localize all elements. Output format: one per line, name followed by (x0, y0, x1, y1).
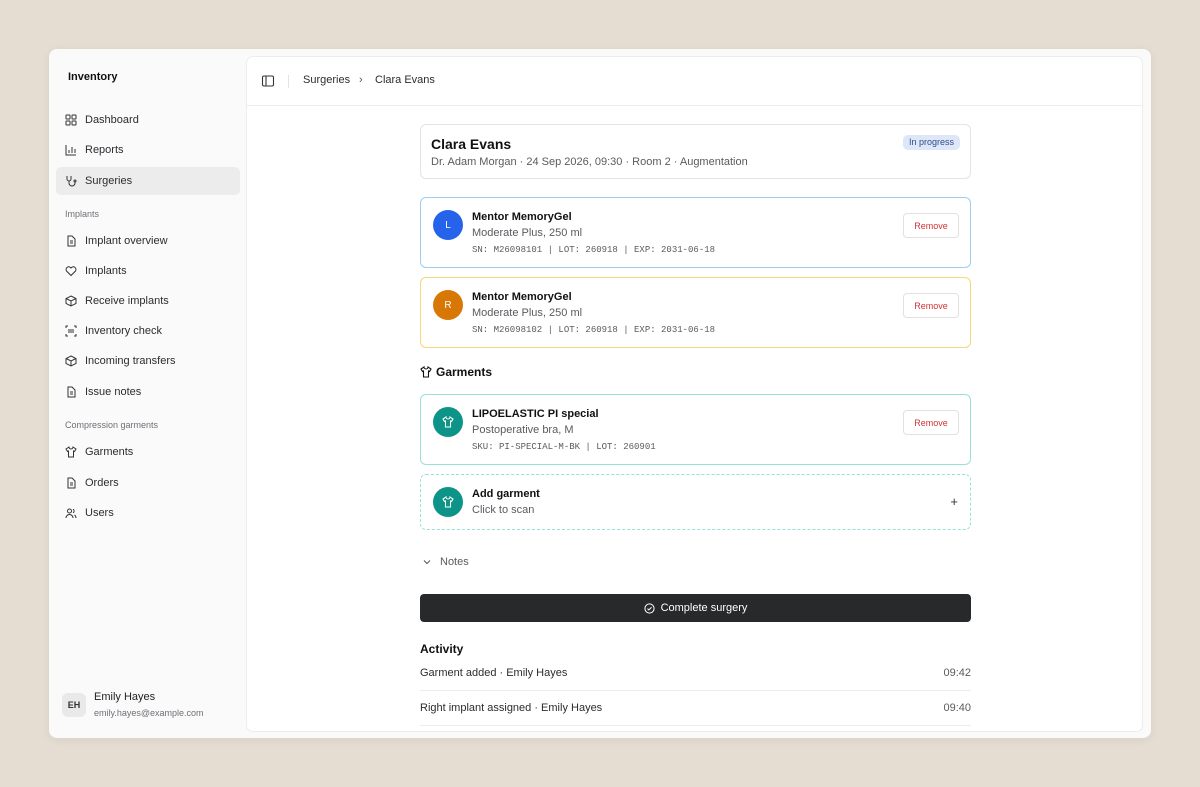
topbar-divider (288, 75, 289, 88)
sidebar-item-label: Implant overview (85, 235, 168, 247)
document-icon (65, 235, 77, 247)
activity-row: Garment added · Emily Hayes 09:42 (420, 657, 971, 691)
implant-spec: Moderate Plus, 250 ml (472, 307, 583, 319)
sidebar-item-receive-implants[interactable]: Receive implants (56, 287, 240, 315)
sidebar-item-label: Surgeries (85, 175, 133, 187)
app-brand: Inventory (68, 71, 118, 83)
status-badge: In progress (902, 135, 960, 150)
sidebar-item-label: Incoming transfers (85, 355, 176, 367)
app-window: Inventory Dashboard Reports Surgeries Im… (49, 49, 1151, 738)
sidebar-item-label: Receive implants (85, 295, 169, 307)
remove-button[interactable]: Remove (903, 410, 959, 435)
activity-title: Activity (420, 642, 464, 656)
box-icon (65, 295, 77, 307)
implant-card-left: L Mentor MemoryGel Moderate Plus, 250 ml… (420, 197, 971, 268)
garments-section-title: Garments (420, 365, 492, 379)
breadcrumb-current: Clara Evans (375, 74, 435, 86)
plus-icon: + (950, 494, 958, 509)
shirt-icon (65, 446, 77, 458)
scan-icon (65, 325, 77, 337)
sidebar-item-users[interactable]: Users (56, 499, 240, 527)
stethoscope-icon (65, 175, 77, 187)
activity-row: Right implant assigned · Emily Hayes 09:… (420, 692, 971, 726)
garments-title: Garments (436, 365, 493, 379)
sidebar-item-surgeries[interactable]: Surgeries (56, 167, 240, 195)
heart-icon (65, 265, 77, 277)
remove-button[interactable]: Remove (903, 293, 959, 318)
group-label-implants: Implants (65, 209, 100, 219)
breadcrumb-separator: › (359, 74, 363, 86)
group-label-compression-garments: Compression garments (65, 420, 159, 430)
sidebar-item-label: Inventory check (85, 325, 163, 337)
side-badge-left: L (433, 210, 463, 240)
activity-time: 09:42 (943, 667, 971, 679)
chevron-down-icon (423, 560, 431, 565)
user-name: Emily Hayes (94, 691, 156, 703)
add-garment-subtitle: Click to scan (472, 504, 535, 516)
shirt-icon (442, 416, 454, 428)
remove-button[interactable]: Remove (903, 213, 959, 238)
garment-name: LIPOELASTIC PI special (472, 408, 599, 420)
sidebar-item-dashboard[interactable]: Dashboard (56, 106, 240, 134)
check-circle-icon (643, 602, 655, 614)
sidebar-item-label: Implants (85, 265, 127, 277)
main-panel: Surgeries › Clara Evans Clara Evans Dr. … (246, 56, 1143, 732)
implant-spec: Moderate Plus, 250 ml (472, 227, 583, 239)
complete-surgery-label: Complete surgery (660, 602, 748, 614)
garment-icon-badge (433, 407, 463, 437)
surgery-header-card: Clara Evans Dr. Adam Morgan · 24 Sep 202… (420, 124, 971, 179)
implant-codes: SN: M26098102 | LOT: 260918 | EXP: 2031-… (472, 325, 716, 335)
garment-card: LIPOELASTIC PI special Postoperative bra… (420, 394, 971, 465)
sidebar-item-implants[interactable]: Implants (56, 257, 240, 285)
garment-codes: SKU: PI-SPECIAL-M-BK | LOT: 260901 (472, 442, 656, 452)
implant-card-right: R Mentor MemoryGel Moderate Plus, 250 ml… (420, 277, 971, 348)
sidebar-item-label: Issue notes (85, 386, 142, 398)
shirt-icon (420, 366, 432, 378)
bar-chart-icon (65, 144, 77, 156)
notes-label: Notes (440, 556, 469, 568)
side-badge-right: R (433, 290, 463, 320)
activity-text: Garment added · Emily Hayes (420, 667, 568, 679)
garment-spec: Postoperative bra, M (472, 424, 574, 436)
sidebar-item-incoming-transfers[interactable]: Incoming transfers (56, 347, 240, 375)
implant-name: Mentor MemoryGel (472, 291, 572, 303)
surgery-meta: Dr. Adam Morgan · 24 Sep 2026, 09:30 · R… (431, 156, 748, 168)
sidebar-item-inventory-check[interactable]: Inventory check (56, 317, 240, 345)
sidebar-item-label: Garments (85, 446, 134, 458)
add-garment-title: Add garment (472, 488, 540, 500)
notes-toggle[interactable]: Notes (422, 556, 469, 568)
sidebar-item-label: Dashboard (85, 114, 139, 126)
sidebar-item-label: Users (85, 507, 114, 519)
grid-icon (65, 114, 77, 126)
user-email: emily.hayes@example.com (94, 708, 204, 718)
sidebar: Inventory Dashboard Reports Surgeries Im… (49, 49, 246, 738)
document-icon (65, 477, 77, 489)
topbar: Surgeries › Clara Evans (247, 57, 1142, 106)
sidebar-toggle-icon[interactable] (261, 74, 275, 88)
patient-name: Clara Evans (431, 136, 512, 152)
user-profile[interactable]: EH Emily Hayes emily.hayes@example.com (62, 691, 204, 718)
shirt-icon (442, 496, 454, 508)
box-icon (65, 355, 77, 367)
sidebar-item-garments[interactable]: Garments (56, 438, 240, 466)
avatar: EH (62, 692, 86, 717)
implant-codes: SN: M26098101 | LOT: 260918 | EXP: 2031-… (472, 245, 716, 255)
complete-surgery-button[interactable]: Complete surgery (420, 594, 971, 622)
implant-name: Mentor MemoryGel (472, 211, 572, 223)
sidebar-item-reports[interactable]: Reports (56, 136, 240, 164)
sidebar-item-issue-notes[interactable]: Issue notes (56, 378, 240, 406)
add-garment-card[interactable]: Add garment Click to scan + (420, 474, 971, 530)
users-icon (65, 507, 77, 519)
garment-icon-badge (433, 487, 463, 517)
breadcrumb-surgeries[interactable]: Surgeries (303, 74, 350, 86)
sidebar-item-label: Orders (85, 477, 119, 489)
sidebar-item-implant-overview[interactable]: Implant overview (56, 227, 240, 255)
activity-time: 09:40 (943, 702, 971, 714)
sidebar-item-label: Reports (85, 144, 124, 156)
activity-text: Right implant assigned · Emily Hayes (420, 702, 603, 714)
sidebar-item-orders[interactable]: Orders (56, 469, 240, 497)
document-icon (65, 386, 77, 398)
